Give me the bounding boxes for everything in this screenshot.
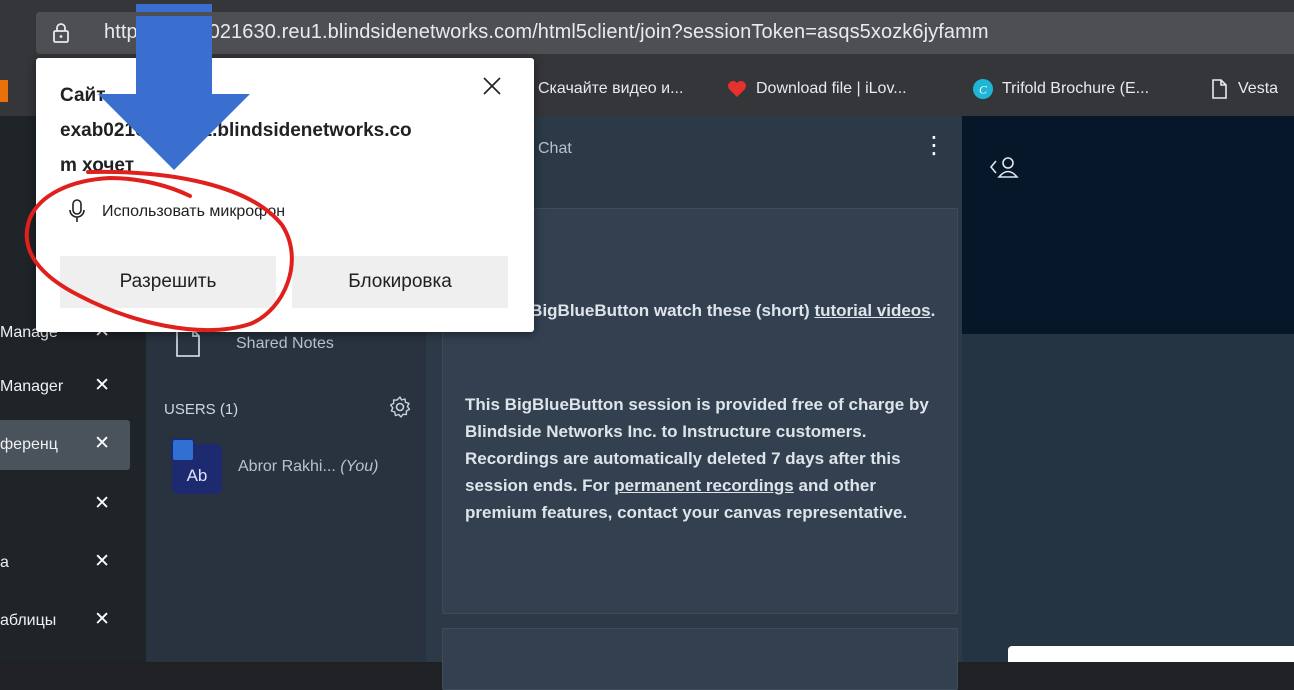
bookmark-label: Vesta — [1238, 80, 1279, 97]
white-panel-edge — [1008, 646, 1294, 662]
permanent-recordings-link[interactable]: permanent recordings — [614, 476, 794, 495]
popup-title: Сайт exab021630.reu1.blindsidenetworks.c… — [60, 78, 480, 183]
block-button[interactable]: Блокировка — [292, 256, 508, 308]
close-icon[interactable]: ✕ — [94, 492, 110, 515]
side-tab-label: ференц — [0, 436, 58, 453]
heart-icon — [726, 78, 748, 100]
bookmark-vesta[interactable]: Vesta — [1208, 74, 1278, 104]
svg-text:C: C — [979, 83, 988, 97]
tutorial-videos-link[interactable]: tutorial videos — [814, 301, 930, 320]
lock-icon[interactable] — [48, 20, 74, 46]
bookmark-label: Trifold Brochure (E... — [1002, 80, 1150, 97]
side-tab[interactable]: аблицы ✕ — [0, 596, 130, 646]
users-header: USERS (1) — [164, 401, 239, 418]
next-message — [442, 628, 958, 690]
bookmark-video[interactable]: Скачайте видео и... — [538, 74, 683, 104]
close-icon[interactable]: ✕ — [94, 550, 110, 573]
chat-title: Chat — [538, 140, 572, 157]
bookmark-partial-icon[interactable] — [0, 76, 8, 106]
popup-title-line: Сайт — [60, 85, 106, 106]
popup-title-line: m хочет — [60, 155, 135, 176]
gear-icon[interactable] — [388, 395, 412, 419]
message-tutorial: p using BigBlueButton watch these (short… — [465, 297, 945, 324]
allow-button[interactable]: Разрешить — [60, 256, 276, 308]
user-you-label: (You) — [340, 458, 379, 475]
address-bar[interactable]: https://exab021630.reu1.blindsidenetwork… — [36, 12, 1294, 54]
shared-notes-icon — [176, 329, 200, 357]
document-icon — [1208, 78, 1230, 100]
presentation-header — [962, 116, 1294, 334]
close-icon[interactable] — [480, 74, 504, 98]
permission-label: Использовать микрофон — [102, 203, 286, 220]
close-icon[interactable]: ✕ — [94, 608, 110, 631]
message-recordings: This BigBlueButton session is provided f… — [465, 391, 945, 526]
user-name: Abror Rakhi... (You) — [238, 458, 379, 476]
browser-toolbar: https://exab021630.reu1.blindsidenetwork… — [0, 0, 1294, 64]
close-icon[interactable]: ✕ — [94, 374, 110, 397]
user-list-item[interactable]: Ab Abror Rakhi... (You) — [171, 438, 422, 498]
message-text: . — [930, 301, 936, 320]
bookmark-label: Download file | iLov... — [756, 80, 907, 97]
bookmark-label: Скачайте видео и... — [538, 80, 684, 97]
side-tab[interactable]: Manager ✕ — [0, 362, 130, 412]
bookmark-canva[interactable]: C Trifold Brochure (E... — [972, 74, 1149, 104]
presenter-badge-icon — [171, 438, 195, 462]
side-tab[interactable]: ✕ — [0, 480, 130, 530]
side-tab-label: аблицы — [0, 612, 57, 629]
user-name-text: Abror Rakhi... — [238, 458, 336, 475]
side-tab-label: а — [0, 554, 9, 571]
popup-title-line: exab021630.reu1.blindsidenetworks.co — [60, 120, 412, 141]
avatar-initials: Ab — [186, 466, 208, 485]
side-tab-label: Manager — [0, 378, 64, 395]
url-text[interactable]: https://exab021630.reu1.blindsidenetwork… — [104, 21, 989, 44]
microphone-icon — [69, 199, 85, 222]
side-tab-active[interactable]: ференц ✕ — [0, 420, 130, 470]
canva-icon: C — [972, 78, 994, 100]
shared-notes-link[interactable]: Shared Notes — [236, 335, 334, 353]
presentation-area — [962, 334, 1294, 662]
close-icon[interactable]: ✕ — [94, 432, 110, 455]
user-list-toggle-icon[interactable] — [988, 152, 1022, 182]
more-options-icon[interactable]: ⋮ — [922, 134, 946, 158]
microphone-permission-popup: Сайт exab021630.reu1.blindsidenetworks.c… — [36, 58, 534, 332]
bookmark-ilovepdf[interactable]: Download file | iLov... — [726, 74, 907, 104]
side-tab[interactable]: а ✕ — [0, 538, 130, 588]
